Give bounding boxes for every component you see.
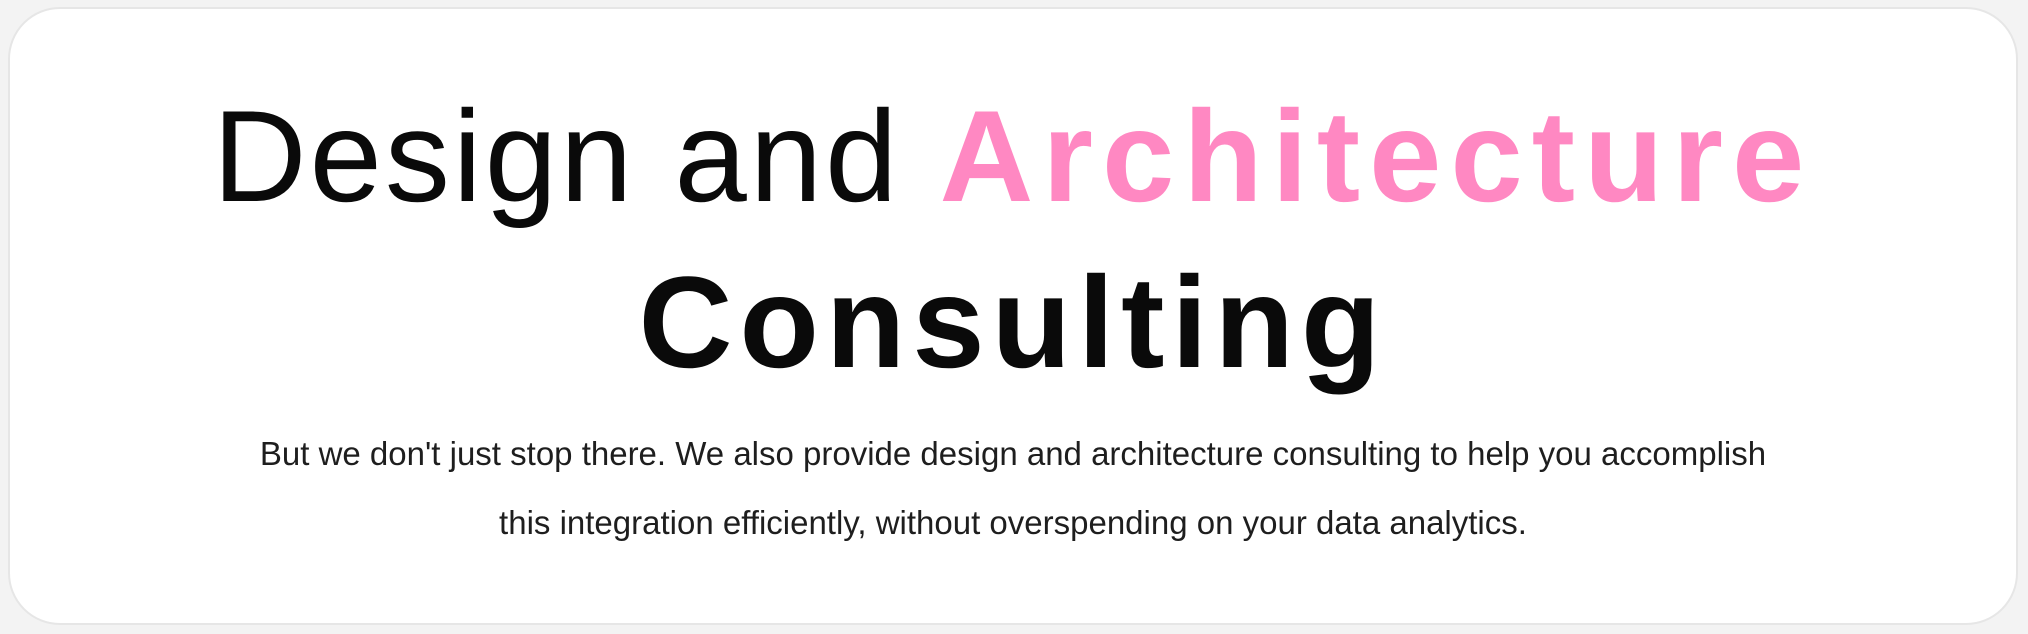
description-line: But we don't just stop there. We also pr… (259, 435, 1767, 472)
content-card: Design and Architecture Consulting But w… (8, 7, 2018, 625)
description-paragraph: But we don't just stop there. We also pr… (10, 419, 2016, 557)
heading-line-2: Consulting (638, 249, 1388, 395)
heading-line-1: Design and Architecture (10, 81, 2016, 231)
heading-accent-text: Architecture (939, 83, 1814, 229)
description-line: this integration efficiently, without ov… (499, 504, 1527, 541)
heading-plain-text: Design and (212, 83, 940, 229)
